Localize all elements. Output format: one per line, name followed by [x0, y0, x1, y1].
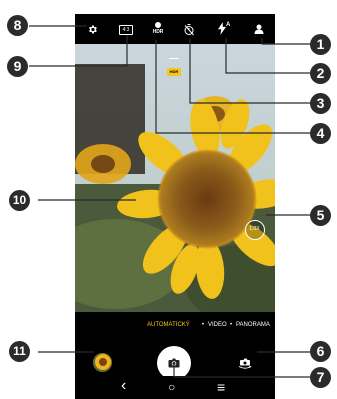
callout-4: 4 [310, 123, 331, 144]
callout-lines [29, 25, 310, 378]
callout-8: 8 [7, 15, 28, 36]
callout-11: 11 [9, 341, 30, 362]
callout-3: 3 [310, 93, 331, 114]
callout-9: 9 [7, 56, 28, 77]
callout-5: 5 [310, 205, 331, 226]
callout-1: 1 [310, 34, 331, 55]
callout-2: 2 [310, 63, 331, 84]
callout-10: 10 [9, 190, 30, 211]
callout-7: 7 [310, 367, 331, 388]
callout-6: 6 [310, 341, 331, 362]
